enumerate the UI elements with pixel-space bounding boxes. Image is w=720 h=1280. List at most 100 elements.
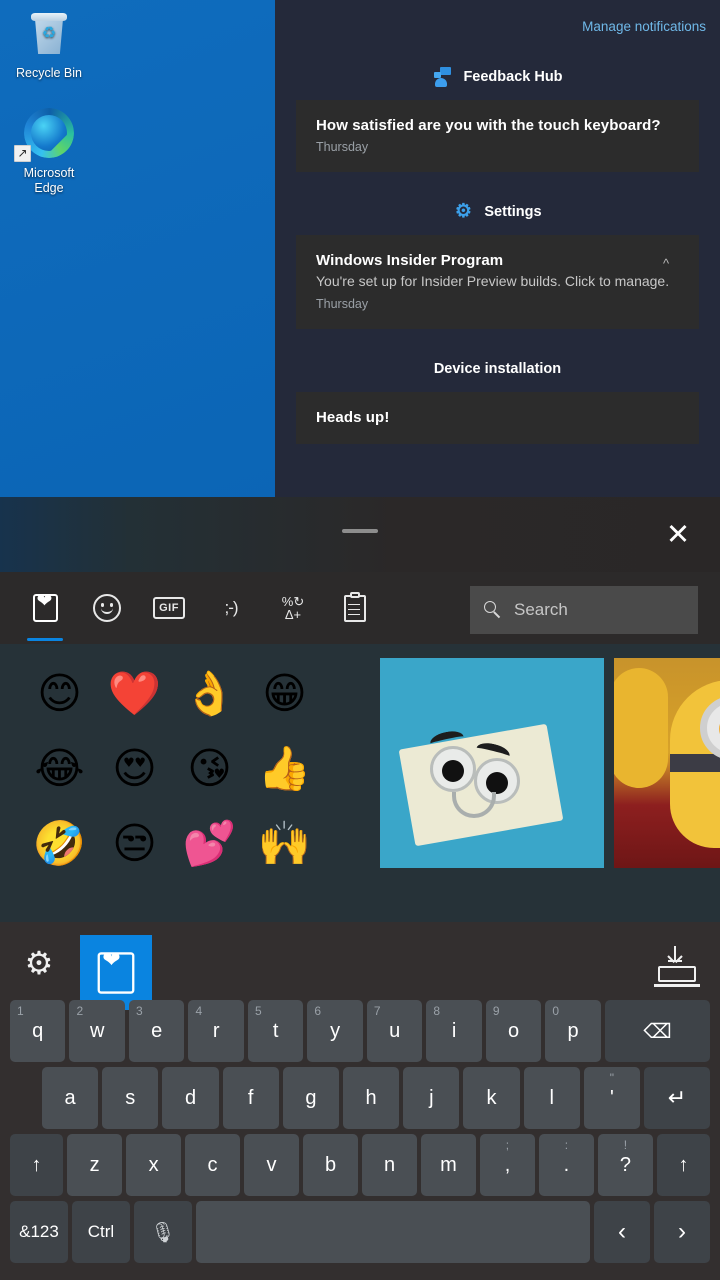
key-c[interactable]: c (185, 1134, 240, 1196)
emoji-item[interactable]: 😒 (97, 806, 172, 881)
clipboard-icon[interactable] (324, 580, 386, 636)
emoji-item[interactable]: 😘 (172, 731, 247, 806)
key-v[interactable]: v (244, 1134, 299, 1196)
desktop-icon-microsoft-edge[interactable]: ↗ Microsoft Edge (6, 108, 92, 195)
keyboard-titlebar: ✕ (0, 497, 720, 572)
key-label: w (90, 1020, 104, 1043)
arrow-right-key[interactable]: › (654, 1201, 710, 1263)
keyboard-function-row: ⚙ ❤ (0, 922, 720, 1012)
key-k[interactable]: k (463, 1067, 519, 1129)
key-d[interactable]: d (162, 1067, 218, 1129)
key-s[interactable]: s (102, 1067, 158, 1129)
key-w[interactable]: 2w (69, 1000, 124, 1062)
most-recently-used-icon[interactable]: ❤ (14, 580, 76, 636)
dock-keyboard-icon[interactable] (654, 946, 700, 988)
notification-item[interactable]: How satisfied are you with the touch key… (296, 100, 699, 172)
key-h[interactable]: h (343, 1067, 399, 1129)
most-recently-used-icon[interactable]: ❤ (80, 935, 152, 1010)
drag-handle[interactable] (342, 529, 378, 533)
key-o[interactable]: 9o (486, 1000, 541, 1062)
search-placeholder: Search (514, 600, 568, 620)
emoji-item[interactable]: 👌 (172, 656, 247, 731)
emoji-item[interactable]: 😂 (22, 731, 97, 806)
key-l[interactable]: l (524, 1067, 580, 1129)
notification-app-header[interactable]: Feedback Hub (275, 54, 720, 100)
emoji-item[interactable]: 🤣 (22, 806, 97, 881)
key-y[interactable]: 6y (307, 1000, 362, 1062)
gear-icon[interactable]: ⚙ (20, 944, 58, 982)
emoji-item[interactable]: 👍 (247, 731, 322, 806)
gif-icon[interactable]: GIF (138, 580, 200, 636)
key-q[interactable]: 1q (10, 1000, 65, 1062)
key-label: u (389, 1020, 400, 1043)
key-label: s (125, 1087, 135, 1110)
key-alt-label: 8 (433, 1004, 440, 1018)
gif-thumbnail-minions[interactable]: J (614, 658, 720, 868)
emoji-item[interactable]: 😍 (97, 731, 172, 806)
symbols-icon[interactable]: %↻ Δ+ (262, 580, 324, 636)
key-label: p (568, 1020, 579, 1043)
arrow-left-key[interactable]: ‹ (594, 1201, 650, 1263)
key-label: , (505, 1154, 511, 1177)
key-x[interactable]: x (126, 1134, 181, 1196)
close-icon[interactable]: ✕ (658, 515, 698, 555)
key-n[interactable]: n (362, 1134, 417, 1196)
backspace-key[interactable]: ⌫ (605, 1000, 710, 1062)
key-period[interactable]: :. (539, 1134, 594, 1196)
key-label: e (151, 1020, 162, 1043)
desktop-icon-recycle-bin[interactable]: ♻ Recycle Bin (6, 8, 92, 81)
key-alt-label: : (565, 1138, 568, 1152)
key-label: i (452, 1020, 456, 1043)
shift-left-key[interactable]: ↑ (10, 1134, 63, 1196)
key-alt-label: ; (506, 1138, 509, 1152)
notification-app-header[interactable]: Device installation (275, 346, 720, 392)
key-g[interactable]: g (283, 1067, 339, 1129)
key-label: o (508, 1020, 519, 1043)
key-j[interactable]: j (403, 1067, 459, 1129)
key-z[interactable]: z (67, 1134, 122, 1196)
notification-time: Thursday (316, 297, 679, 311)
key-label: j (429, 1087, 433, 1110)
key-r[interactable]: 4r (188, 1000, 243, 1062)
key-u[interactable]: 7u (367, 1000, 422, 1062)
chevron-up-icon[interactable]: ^ (663, 259, 681, 269)
gif-thumbnail-doodle-face[interactable] (380, 658, 604, 868)
emoji-item[interactable]: 🙌 (247, 806, 322, 881)
emoji-item[interactable]: 😁 (247, 656, 322, 731)
key-label: y (330, 1020, 340, 1043)
desktop-icon-label-line1: Microsoft (24, 166, 75, 180)
key-b[interactable]: b (303, 1134, 358, 1196)
emoji-item[interactable]: ❤️ (97, 656, 172, 731)
symbols-icon-bottom: Δ+ (285, 607, 301, 622)
notification-app-header[interactable]: ⚙ Settings (275, 189, 720, 235)
key-apostrophe[interactable]: "' (584, 1067, 640, 1129)
microphone-key[interactable]: 🎙 (134, 1201, 192, 1263)
key-p[interactable]: 0p (545, 1000, 600, 1062)
search-input[interactable]: Search (470, 586, 698, 634)
notification-app-name: Device installation (434, 361, 561, 377)
enter-key[interactable]: ↵ (644, 1067, 710, 1129)
space-key[interactable] (196, 1201, 590, 1263)
key-f[interactable]: f (223, 1067, 279, 1129)
key-label: › (678, 1218, 686, 1246)
key-m[interactable]: m (421, 1134, 476, 1196)
emoji-item[interactable]: 💕 (172, 806, 247, 881)
key-question[interactable]: !? (598, 1134, 653, 1196)
key-label: Ctrl (88, 1222, 114, 1242)
key-comma[interactable]: ;, (480, 1134, 535, 1196)
key-t[interactable]: 5t (248, 1000, 303, 1062)
key-e[interactable]: 3e (129, 1000, 184, 1062)
manage-notifications-link[interactable]: Manage notifications (582, 19, 706, 34)
key-a[interactable]: a (42, 1067, 98, 1129)
gif-thumbnail-strip: J (380, 658, 720, 868)
shift-right-key[interactable]: ↑ (657, 1134, 710, 1196)
emoji-icon[interactable] (76, 580, 138, 636)
ctrl-key[interactable]: Ctrl (72, 1201, 130, 1263)
symbols-layout-key[interactable]: &123 (10, 1201, 68, 1263)
notification-item[interactable]: Windows Insider Program You're set up fo… (296, 235, 699, 329)
key-i[interactable]: 8i (426, 1000, 481, 1062)
notification-item[interactable]: Heads up! (296, 392, 699, 444)
emoji-item[interactable]: 😊 (22, 656, 97, 731)
kaomoji-icon[interactable]: ;-) (200, 580, 262, 636)
emoji-category-toolbar: ❤ GIF ;-) %↻ Δ+ (0, 572, 720, 644)
